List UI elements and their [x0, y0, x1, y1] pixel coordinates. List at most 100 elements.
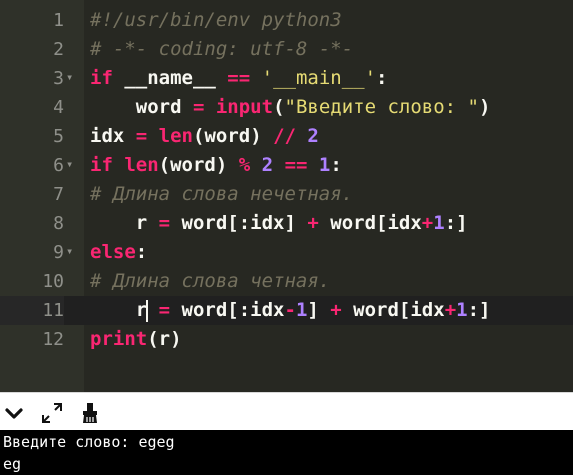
code-token: (r)	[147, 328, 182, 350]
code-token: idx	[90, 125, 136, 147]
code-token: //	[273, 125, 296, 147]
code-token: -	[284, 299, 296, 321]
code-token: 1	[433, 212, 445, 234]
line-number: 10	[42, 271, 64, 292]
code-line[interactable]: 7 # Длина слова нечетная.	[0, 180, 573, 209]
line-number: 12	[42, 329, 64, 350]
code-token: 1	[318, 154, 331, 176]
code-text: r = word[:idx] + word[idx+1:]	[90, 209, 468, 238]
code-token: ]	[307, 299, 331, 321]
line-number: 7	[53, 184, 64, 205]
code-token: 2	[261, 154, 274, 176]
code-token: =	[192, 96, 205, 118]
code-token: ==	[284, 154, 308, 176]
fold-arrow-icon[interactable]: ▾	[66, 151, 80, 180]
code-line[interactable]: 10 # Длина слова четная.	[0, 267, 573, 296]
code-text: # -*- coding: utf-8 -*-	[90, 35, 353, 64]
line-number: 5	[53, 126, 64, 147]
code-line[interactable]: 6 ▾ if len(word) % 2 == 1:	[0, 151, 573, 180]
code-token: +	[444, 299, 457, 321]
code-token: +	[421, 212, 434, 234]
code-text: #!/usr/bin/env python3	[90, 6, 342, 35]
code-token: # -*- coding: utf-8 -*-	[90, 38, 354, 60]
code-token: 2	[307, 125, 319, 147]
code-line[interactable]: 11 r = word[:idx-1] + word[idx+1:]	[0, 296, 573, 325]
code-text: if len(word) % 2 == 1:	[90, 151, 342, 180]
text-cursor	[146, 300, 148, 322]
code-text: else:	[90, 238, 147, 267]
code-line[interactable]: 4 word = input("Введите слово: ")	[0, 93, 573, 122]
code-token: (word)	[158, 154, 239, 176]
line-number: 2	[53, 39, 64, 60]
code-line[interactable]: 2 # -*- coding: utf-8 -*-	[0, 35, 573, 64]
code-token: else	[90, 241, 136, 263]
code-token: # Длина слова четная.	[90, 270, 331, 292]
code-token: 1	[295, 299, 308, 321]
code-line[interactable]: 1 #!/usr/bin/env python3	[0, 6, 573, 35]
line-number: 3	[53, 68, 64, 89]
code-token: #!/usr/bin/env python3	[90, 9, 342, 31]
code-line[interactable]: 3 ▾ if __name__ == '__main__':	[0, 64, 573, 93]
code-token: if	[90, 154, 113, 176]
chevron-down-icon[interactable]	[2, 401, 26, 425]
code-token: +	[307, 212, 319, 234]
code-editor[interactable]: 1 #!/usr/bin/env python3 2 # -*- coding: ut…	[0, 0, 573, 392]
code-token: __name__	[112, 67, 228, 89]
code-token: ==	[227, 67, 251, 89]
code-token: :]	[467, 299, 491, 321]
code-text: # Длина слова нечетная.	[90, 180, 353, 209]
code-token: len	[124, 154, 159, 176]
console-toolbar	[0, 392, 573, 431]
console-line: eg	[3, 455, 22, 473]
code-token: if	[90, 67, 113, 89]
code-text: print(r)	[90, 325, 182, 354]
line-number: 4	[53, 97, 64, 118]
code-token: )	[478, 96, 491, 118]
code-text: idx = len(word) // 2	[90, 122, 319, 151]
code-text: word = input("Введите слово: ")	[90, 93, 491, 122]
code-token: r	[90, 212, 159, 234]
code-line[interactable]: 8 r = word[:idx] + word[idx+1:]	[0, 209, 573, 238]
code-token: word[:idx]	[170, 212, 308, 234]
code-text: if __name__ == '__main__':	[90, 64, 387, 93]
code-token: "Введите слово: "	[284, 96, 479, 118]
console-output: Введите слово: egeg eg	[0, 430, 573, 475]
code-token: (	[273, 96, 285, 118]
code-token: r	[90, 299, 159, 321]
code-token: :]	[444, 212, 468, 234]
code-token: 1	[456, 299, 468, 321]
code-token: word[idx	[341, 299, 445, 321]
code-token: +	[330, 299, 342, 321]
line-number: 9	[53, 242, 64, 263]
code-token: :	[376, 67, 388, 89]
code-line[interactable]: 9 ▾ else:	[0, 238, 573, 267]
code-token: =	[158, 299, 171, 321]
code-token: :	[330, 154, 342, 176]
line-number: 11	[0, 296, 64, 325]
code-line[interactable]: 12 print(r)	[0, 325, 573, 354]
code-line[interactable]: 5 idx = len(word) // 2	[0, 122, 573, 151]
code-text: r = word[:idx-1] + word[idx+1:]	[90, 296, 491, 325]
fold-arrow-icon[interactable]: ▾	[66, 238, 80, 267]
console-line: Введите слово: egeg	[3, 433, 175, 451]
clear-console-icon[interactable]	[78, 401, 102, 425]
code-token: :	[135, 241, 148, 263]
fold-arrow-icon[interactable]: ▾	[66, 64, 80, 93]
line-number: 8	[53, 213, 64, 234]
expand-icon[interactable]	[40, 401, 64, 425]
code-token: =	[135, 125, 148, 147]
code-token: word	[90, 96, 193, 118]
code-token: input	[215, 96, 274, 118]
code-token: print	[90, 328, 148, 350]
code-token: %	[238, 154, 251, 176]
code-token: # Длина слова нечетная.	[90, 183, 354, 205]
code-token: word[idx	[318, 212, 422, 234]
code-token: (word)	[193, 125, 274, 147]
line-number: 1	[53, 10, 64, 31]
